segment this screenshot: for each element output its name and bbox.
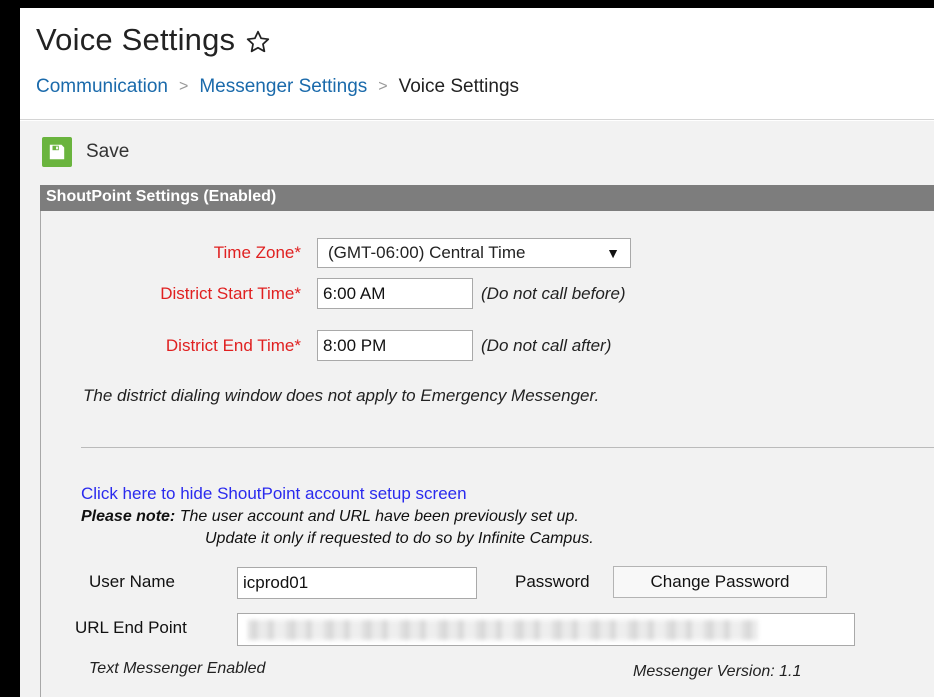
text-messenger-status: Text Messenger Enabled [89,660,266,677]
password-label: Password [515,572,590,591]
please-note-text: The user account and URL have been previ… [175,508,579,525]
breadcrumb: Communication > Messenger Settings > Voi… [36,76,519,98]
district-start-time-hint: (Do not call before) [481,284,626,303]
district-end-time-label: District End Time* [165,336,301,355]
time-zone-select[interactable]: (GMT-06:00) Central Time ▼ [317,238,631,268]
username-input[interactable] [237,567,477,599]
dialing-window-note: The district dialing window does not app… [83,386,600,405]
floppy-disk-icon [42,137,72,167]
district-end-time-input[interactable] [317,330,473,361]
username-label: User Name [89,572,175,591]
please-note-text-2: Update it only if requested to do so by … [205,530,594,547]
please-note: Please note: The user account and URL ha… [81,508,579,526]
section-divider [81,447,934,448]
breadcrumb-voice-settings: Voice Settings [398,76,520,97]
hide-account-setup-link[interactable]: Click here to hide ShoutPoint account se… [81,484,467,504]
shoutpoint-settings-panel: Time Zone* (GMT-06:00) Central Time ▼ Di… [40,211,934,697]
district-end-time-hint: (Do not call after) [481,336,612,355]
district-start-time-input[interactable] [317,278,473,309]
content-area: Save ShoutPoint Settings (Enabled) Time … [20,121,934,697]
time-zone-label: Time Zone* [213,243,301,262]
page-title: Voice Settings [36,22,271,58]
messenger-version: Messenger Version: 1.1 [633,663,802,680]
app-frame: Voice Settings Communication > Messenger… [18,8,934,697]
url-end-point-input[interactable] [237,613,855,646]
save-label: Save [86,141,130,162]
redacted-url-value [248,620,758,640]
breadcrumb-messenger-settings[interactable]: Messenger Settings [199,76,367,98]
triangle-down-icon: ▼ [606,245,620,261]
change-password-button[interactable]: Change Password [613,566,827,598]
time-zone-value: (GMT-06:00) Central Time [328,243,526,262]
district-start-time-label: District Start Time* [160,284,301,303]
page-header: Voice Settings Communication > Messenger… [20,8,934,120]
chevron-right-icon: > [378,78,388,95]
chevron-right-icon: > [179,78,189,95]
please-note-bold: Please note: [81,508,176,525]
save-button[interactable]: Save [42,137,129,167]
page-title-text: Voice Settings [36,22,236,57]
breadcrumb-communication[interactable]: Communication [36,76,168,98]
star-outline-icon[interactable] [245,27,271,53]
url-end-point-label: URL End Point [75,618,187,637]
panel-header: ShoutPoint Settings (Enabled) [40,185,934,211]
